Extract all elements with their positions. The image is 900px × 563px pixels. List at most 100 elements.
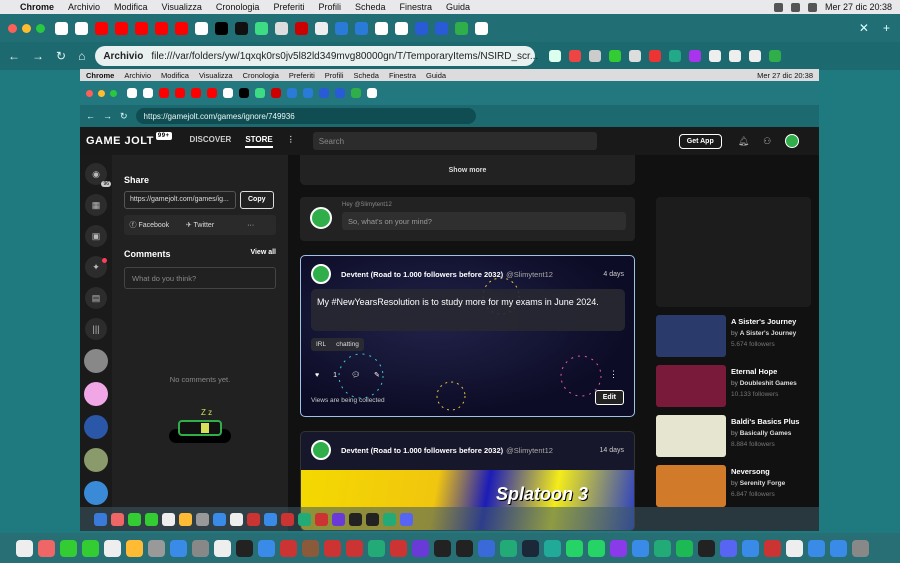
zoom-window-icon[interactable] [110, 89, 117, 97]
dock-app-icon[interactable] [742, 539, 759, 557]
android-tab-icon[interactable] [255, 21, 268, 35]
view-all-link[interactable]: View all [250, 249, 276, 259]
dock-app-icon[interactable] [315, 512, 328, 526]
tab-icon[interactable] [395, 21, 408, 35]
extension-icon[interactable] [609, 50, 622, 62]
game-developer[interactable]: Serenity Forge [740, 480, 786, 487]
youtube-tab-icon[interactable] [135, 21, 148, 35]
dock-app-icon[interactable] [302, 539, 319, 557]
dock-app-icon[interactable] [298, 512, 311, 526]
game-developer[interactable]: Basically Games [740, 430, 792, 437]
calendar-dock-icon[interactable] [214, 539, 231, 557]
extension-icon[interactable] [629, 50, 642, 62]
community-avatar[interactable] [84, 481, 108, 505]
android-tab-icon[interactable] [255, 88, 265, 98]
menu-item[interactable]: Visualizza [199, 71, 233, 80]
back-icon[interactable]: ← [86, 111, 95, 121]
onenote-dock-icon[interactable] [412, 539, 429, 557]
reload-icon[interactable]: ↻ [120, 111, 128, 122]
game-card[interactable]: Baldi's Basics Plus by Basically Games 8… [656, 415, 811, 457]
ci-tab-icon[interactable] [435, 21, 448, 35]
extension-icon[interactable] [649, 50, 662, 62]
wordpress-tab-icon[interactable] [355, 21, 368, 35]
search-input[interactable]: Search [312, 132, 597, 150]
chrome-dock-icon[interactable] [126, 539, 143, 557]
tab-icon[interactable] [235, 21, 248, 35]
community-avatar[interactable] [84, 349, 108, 373]
back-icon[interactable]: ← [8, 49, 20, 63]
collection-icon[interactable]: ||| [85, 318, 107, 340]
menu-item[interactable]: Scheda [355, 2, 386, 12]
acrobat-dock-icon[interactable] [324, 539, 341, 557]
forward-icon[interactable]: → [32, 49, 44, 63]
battery-icon[interactable] [790, 2, 800, 12]
terminal-dock-icon[interactable] [456, 539, 473, 557]
amazon-tab-icon[interactable] [75, 21, 88, 35]
gamejolt-logo[interactable]: GAME JOLT 99+ [86, 132, 172, 147]
game-card[interactable]: Neversong by Serenity Forge 6.847 follow… [656, 465, 811, 507]
dock-app-icon[interactable] [434, 539, 451, 557]
tab-icon[interactable] [271, 88, 281, 98]
dock-app-icon[interactable] [500, 539, 517, 557]
new-tab-icon[interactable]: + [883, 21, 890, 35]
address-bar[interactable]: https://gamejolt.com/games/ignore/749936 [135, 108, 476, 124]
folder-dock-icon[interactable] [830, 539, 847, 557]
game-title[interactable]: Eternal Hope [731, 367, 797, 376]
get-app-button[interactable]: Get App [678, 133, 722, 149]
close-window-icon[interactable] [86, 89, 93, 97]
menu-item[interactable]: Cronologia [216, 2, 260, 12]
youtube-tab-icon[interactable] [159, 88, 169, 98]
extensions-puzzle-icon[interactable] [709, 50, 722, 62]
gamejolt-tab-icon[interactable] [475, 21, 488, 35]
minimize-window-icon[interactable] [22, 23, 31, 33]
menu-app-name[interactable]: Chrome [20, 2, 54, 12]
dock-app-icon[interactable] [162, 512, 175, 526]
youtube-tab-icon[interactable] [155, 21, 168, 35]
sticker-icon[interactable]: ✎ [374, 371, 380, 379]
youtube-tab-icon[interactable] [191, 88, 201, 98]
more-share-button[interactable]: ··· [225, 222, 276, 229]
facebook-share-button[interactable]: ⓕ Facebook [124, 220, 175, 230]
dock-app-icon[interactable] [236, 539, 253, 557]
nav-store[interactable]: STORE [245, 135, 273, 148]
like-icon[interactable]: ♥ [315, 372, 319, 379]
menu-item[interactable]: Modifica [161, 71, 189, 80]
preview-dock-icon[interactable] [786, 539, 803, 557]
menu-item[interactable]: Profili [318, 2, 341, 12]
dock-app-icon[interactable] [698, 539, 715, 557]
dock-app-icon[interactable] [366, 512, 379, 526]
dock-app-icon[interactable] [247, 512, 260, 526]
friends-icon[interactable]: ⚇ [763, 136, 771, 147]
whatsapp-dock-icon[interactable] [566, 539, 583, 557]
zoom-dock-icon[interactable] [632, 539, 649, 557]
spotify-dock-icon[interactable] [676, 539, 693, 557]
nav-discover[interactable]: DISCOVER [190, 135, 232, 148]
feed-post[interactable]: Devtent (Road to 1.000 followers before … [300, 255, 635, 417]
discord-dock-icon[interactable] [400, 512, 413, 526]
profile-avatar-icon[interactable] [769, 50, 782, 62]
messenger-dock-icon[interactable] [610, 539, 627, 557]
game-developer[interactable]: A Sister's Journey [740, 330, 797, 337]
menu-item[interactable]: Guida [426, 71, 446, 80]
address-bar[interactable]: Archivio file:///var/folders/yw/1qxqk0rs… [95, 46, 538, 66]
share-url-field[interactable]: https://gamejolt.com/games/ig... [124, 191, 236, 209]
launchpad-dock-icon[interactable] [38, 539, 55, 557]
user-avatar[interactable] [785, 134, 800, 148]
post-author[interactable]: Devtent (Road to 1.000 followers before … [341, 446, 503, 455]
more-menu-icon[interactable]: ⋮ [287, 135, 295, 148]
copy-button[interactable]: Copy [240, 191, 274, 209]
game-title[interactable]: Neversong [731, 467, 785, 476]
game-thumbnail[interactable] [656, 315, 726, 357]
post-author[interactable]: Devtent (Road to 1.000 followers before … [341, 270, 503, 279]
dock-app-icon[interactable] [281, 512, 294, 526]
menu-app-name[interactable]: Chrome [86, 71, 114, 80]
post-handle[interactable]: @Slimytent12 [506, 270, 553, 279]
game-thumbnail[interactable] [656, 365, 726, 407]
wordpress-tab-icon[interactable] [335, 21, 348, 35]
menu-item[interactable]: Finestra [389, 71, 416, 80]
dock-app-icon[interactable] [478, 539, 495, 557]
steam-dock-icon[interactable] [522, 539, 539, 557]
messages-dock-icon[interactable] [60, 539, 77, 557]
dock-app-icon[interactable] [145, 512, 158, 526]
sidebar-icon[interactable] [749, 50, 762, 62]
